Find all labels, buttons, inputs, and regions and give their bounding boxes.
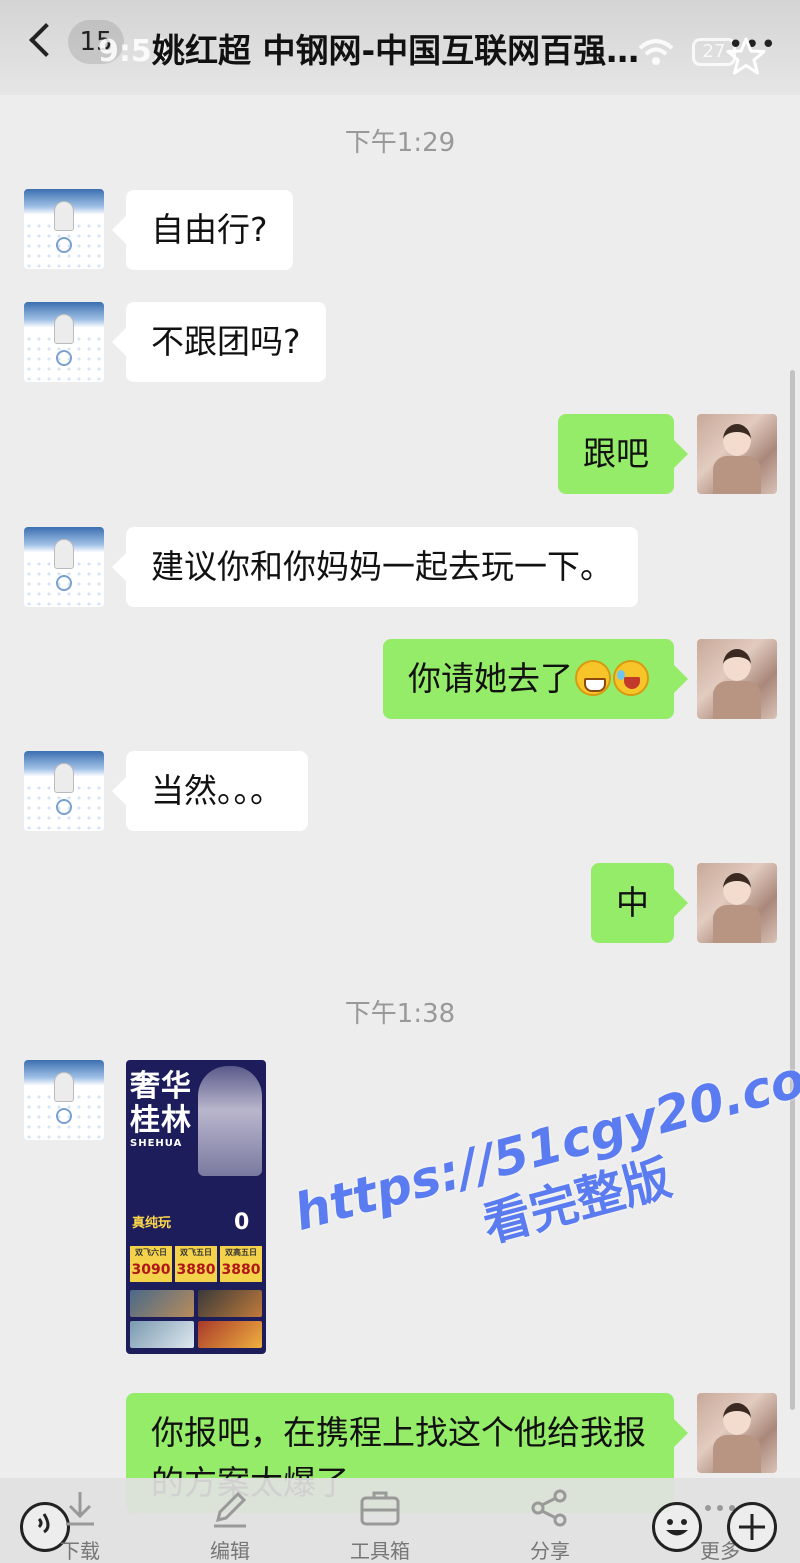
my-avatar[interactable] bbox=[697, 863, 777, 943]
pencil-icon bbox=[214, 1491, 247, 1528]
bottom-toolbar: 下载 编辑 工具箱 分享 更多 bbox=[0, 1478, 800, 1563]
message-bubble-outgoing[interactable]: 跟吧 bbox=[558, 414, 688, 494]
poster-brand: SHEHUA bbox=[130, 1138, 183, 1149]
message-bubble-incoming[interactable]: 建议你和你妈妈一起去玩一下。 bbox=[112, 527, 638, 607]
message-timestamp: 下午1:29 bbox=[344, 128, 456, 158]
message-text: 你请她去了 bbox=[408, 659, 573, 698]
watermark: https://51cgy20.com 看完整版 bbox=[288, 1036, 800, 1302]
poster-price: 双高五日 3880 bbox=[220, 1246, 262, 1282]
download-icon bbox=[66, 1492, 94, 1526]
message-bubble-incoming[interactable]: 当然。。。 bbox=[112, 751, 308, 831]
poster-zero: 0 bbox=[234, 1210, 250, 1235]
scrollbar[interactable] bbox=[790, 370, 795, 1410]
contact-avatar[interactable] bbox=[24, 302, 104, 382]
emoji-button[interactable] bbox=[652, 1502, 702, 1552]
toolbar-toolbox[interactable]: 工具箱 bbox=[325, 1486, 435, 1562]
toolbar-edit[interactable]: 编辑 bbox=[175, 1486, 285, 1562]
poster-subline: 真纯玩 bbox=[132, 1216, 172, 1231]
smiley-icon bbox=[666, 1519, 688, 1536]
laughing-crying-icon bbox=[613, 660, 649, 696]
chat-title: 姚红超 中钢网-中国互联网百强… bbox=[152, 31, 640, 70]
message-bubble-incoming[interactable]: 自由行? bbox=[112, 190, 293, 270]
poster-price: 双飞六日 3090 bbox=[130, 1246, 172, 1282]
poster-headline: 奢华 桂林 SHEHUA bbox=[130, 1070, 210, 1150]
travel-poster-image[interactable]: 奢华 桂林 SHEHUA 真纯玩 0 双飞六日 3090 双飞五日 3880 双高五… bbox=[126, 1060, 266, 1354]
message-timestamp: 下午1:38 bbox=[344, 999, 456, 1029]
back-button[interactable]: 15 bbox=[20, 20, 124, 70]
grin-icon bbox=[575, 660, 611, 696]
toolbar-download[interactable]: 下载 bbox=[25, 1486, 135, 1562]
star-icon[interactable] bbox=[726, 36, 766, 76]
contact-avatar[interactable] bbox=[24, 1060, 104, 1140]
contact-avatar[interactable] bbox=[24, 527, 104, 607]
my-avatar[interactable] bbox=[697, 1393, 777, 1473]
wifi-icon bbox=[638, 39, 674, 65]
share-icon bbox=[531, 1489, 567, 1527]
plus-icon bbox=[739, 1514, 765, 1540]
my-avatar[interactable] bbox=[697, 414, 777, 494]
message-bubble-incoming[interactable]: 不跟团吗? bbox=[112, 302, 326, 382]
message-bubble-outgoing[interactable]: 中 bbox=[591, 863, 688, 943]
chat-header: 15 9:51 姚红超 中钢网-中国互联网百强… 27 ••• bbox=[0, 0, 800, 95]
poster-price-row: 双飞六日 3090 双飞五日 3880 双高五日 3880 bbox=[130, 1246, 262, 1282]
contact-avatar[interactable] bbox=[24, 189, 104, 269]
poster-price: 双飞五日 3880 bbox=[175, 1246, 217, 1282]
chevron-left-icon bbox=[29, 23, 63, 57]
poster-photo-grid bbox=[130, 1290, 262, 1348]
add-button[interactable] bbox=[727, 1502, 777, 1552]
toolbox-icon bbox=[360, 1491, 400, 1526]
my-avatar[interactable] bbox=[697, 639, 777, 719]
message-bubble-outgoing[interactable]: 你请她去了 bbox=[383, 639, 688, 719]
toolbar-share[interactable]: 分享 bbox=[495, 1486, 605, 1562]
contact-avatar[interactable] bbox=[24, 751, 104, 831]
